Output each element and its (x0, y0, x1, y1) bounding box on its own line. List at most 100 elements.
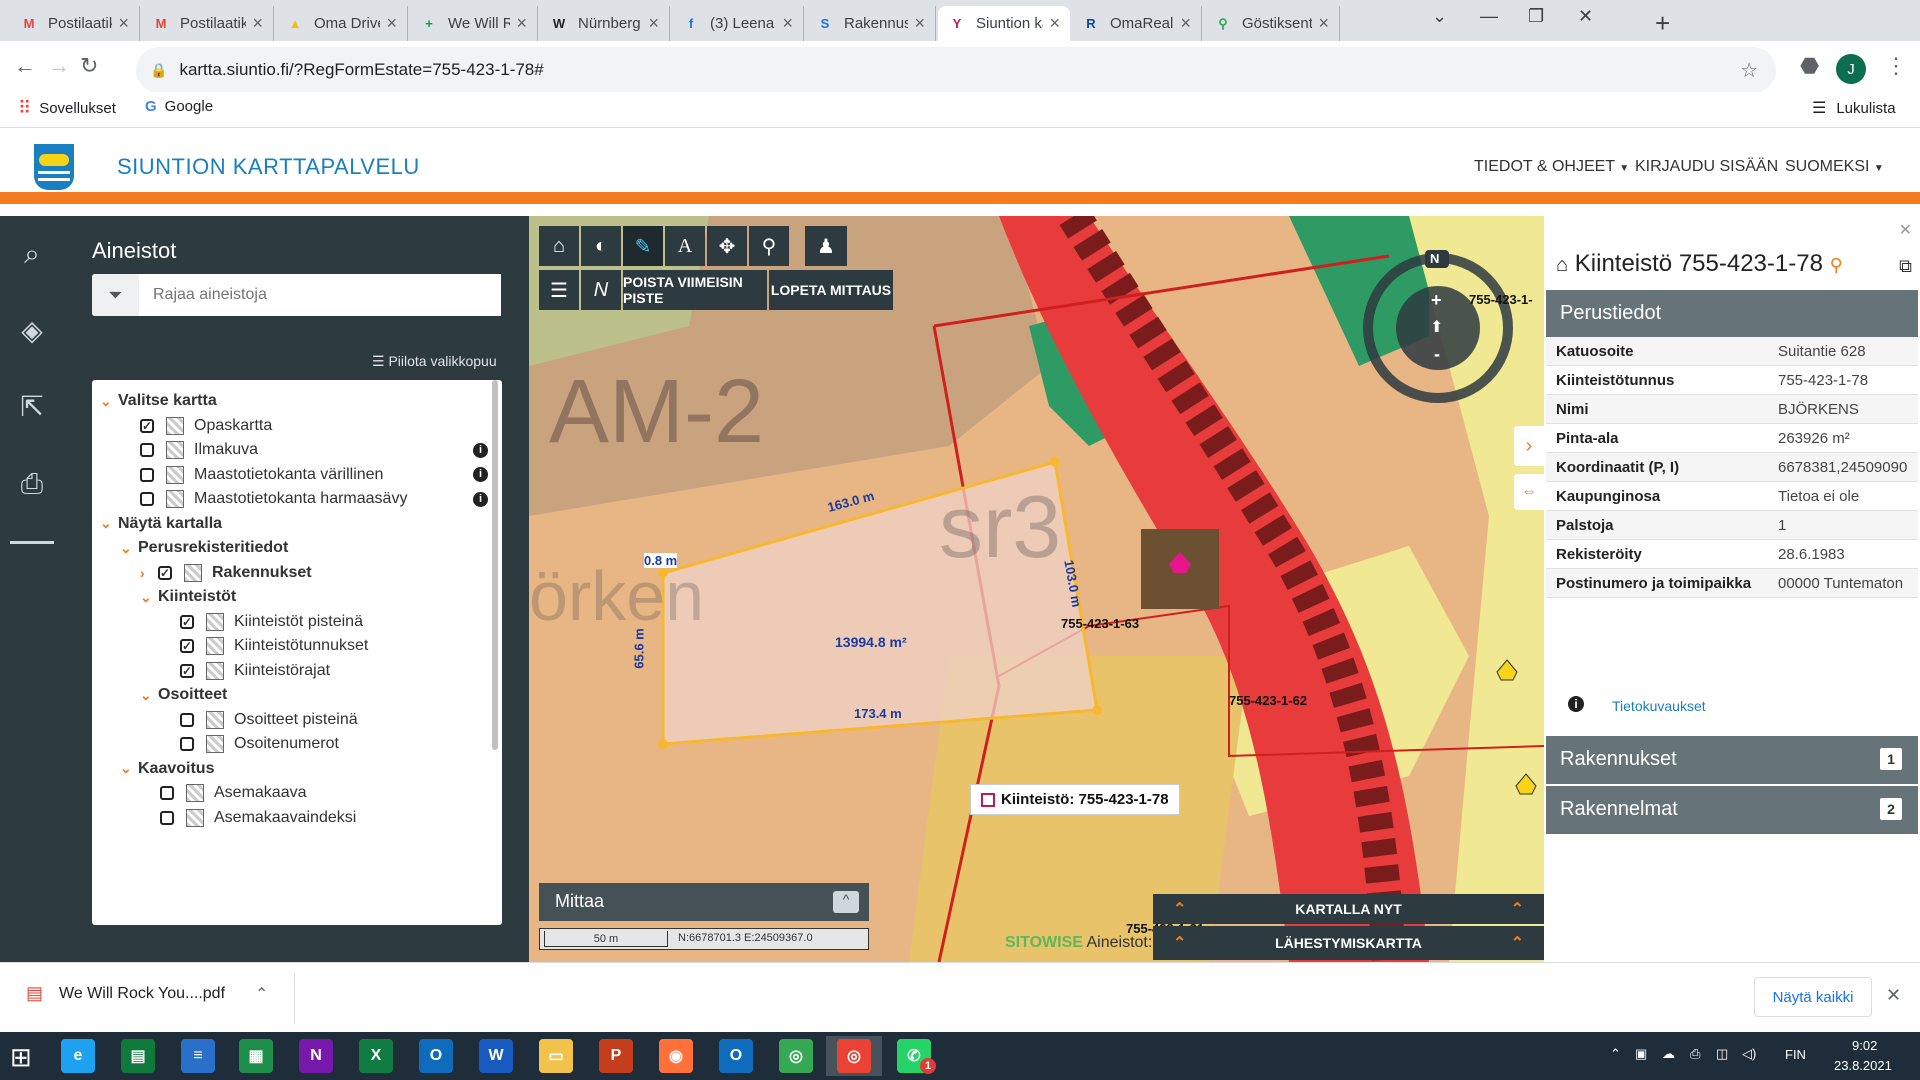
remove-last-point-button[interactable]: POISTA VIIMEISIN PISTE (623, 270, 767, 310)
close-tab-icon[interactable]: × (118, 13, 129, 34)
close-tab-icon[interactable]: × (914, 13, 925, 34)
chevron-down-icon[interactable]: ⌄ (100, 515, 118, 532)
share-icon[interactable]: ⇱ (14, 390, 50, 426)
section-basic-info[interactable]: Perustiedot (1546, 290, 1918, 338)
powerpoint-icon[interactable]: P (588, 1036, 644, 1076)
tree-layer[interactable]: ✓ Opaskartta (140, 413, 272, 439)
layers-icon[interactable]: ◈ (14, 314, 50, 350)
browser-tab[interactable]: + We Will Roc × (410, 6, 538, 41)
tree-layer[interactable]: Ilmakuva (140, 437, 258, 463)
minimize-button[interactable]: — (1480, 6, 1498, 27)
info-icon[interactable]: i (473, 491, 488, 507)
chevron-up-icon[interactable]: ⌃ (255, 984, 268, 1004)
tray-volume-icon[interactable]: ◁) (1742, 1046, 1756, 1062)
chrome-icon[interactable]: ◎ (768, 1036, 824, 1076)
tree-layer[interactable]: Asemakaava (160, 780, 307, 806)
close-tab-icon[interactable]: × (1049, 13, 1060, 34)
tree-group[interactable]: ⌄ Kaavoitus (120, 756, 214, 782)
measure-vertex[interactable] (658, 739, 668, 749)
stop-measure-button[interactable]: LOPETA MITTAUS (769, 270, 893, 310)
reload-icon[interactable]: ↻ (80, 53, 98, 79)
checkbox[interactable] (160, 810, 174, 825)
menu-info[interactable]: TIEDOT & OHJEET ▼ (1474, 158, 1629, 176)
tray-chevron-icon[interactable]: ⌃ (1610, 1046, 1621, 1062)
back-icon[interactable]: ← (14, 53, 36, 79)
checkbox[interactable] (180, 737, 194, 751)
move-icon[interactable]: ✥ (707, 226, 747, 266)
map-view[interactable]: AM-2 sr3 örken 163.0 m 0.8 m 65.6 m 103.… (529, 216, 1544, 962)
bookmark-star-icon[interactable]: ☆ (1740, 58, 1758, 83)
tree-group[interactable]: ⌄ Valitse kartta (100, 388, 217, 414)
chevron-right-icon[interactable]: › (140, 565, 158, 581)
checkbox-checked[interactable]: ✓ (180, 663, 194, 678)
tree-group[interactable]: ⌄ Näytä kartalla (100, 511, 222, 537)
checkbox[interactable] (140, 467, 154, 482)
measure-vertex[interactable] (1092, 705, 1102, 715)
tray-date[interactable]: 23.8.2021 (1834, 1058, 1892, 1073)
checkbox[interactable] (140, 443, 154, 457)
close-tab-icon[interactable]: × (782, 13, 793, 34)
download-item[interactable]: ▤ We Will Rock You....pdf ⌃ (26, 983, 268, 1004)
close-tab-icon[interactable]: × (1318, 13, 1329, 34)
app-title[interactable]: SIUNTION KARTTAPALVELU (117, 154, 420, 180)
browser-tab[interactable]: M Postilaatikko × (142, 6, 274, 41)
browser-tab[interactable]: ⚲ Göstiksentie × (1204, 6, 1340, 41)
calculator-icon[interactable]: ▦ (228, 1036, 284, 1076)
chevron-up-icon[interactable]: ^ (833, 891, 859, 913)
windows-start-icon[interactable]: ⊞ (10, 1042, 32, 1073)
onenote-icon[interactable]: N (288, 1036, 344, 1076)
browser-tab[interactable]: M Postilaatikko × (10, 6, 140, 41)
tray-onedrive-icon[interactable]: ☁ (1662, 1046, 1675, 1062)
pin-icon[interactable]: ⚲ (749, 226, 789, 266)
menu-language[interactable]: SUOMEKSI ▼ (1785, 158, 1884, 176)
tree-layer[interactable]: Osoitteet pisteinä (180, 707, 358, 733)
overview-map-button[interactable]: ⌃ LÄHESTYMISKARTTA ⌃ (1153, 926, 1544, 960)
close-tab-icon[interactable]: × (386, 13, 397, 34)
tree-layer[interactable]: Maastotietokanta harmaasävy (140, 486, 407, 512)
excel-store-icon[interactable]: ▤ (110, 1036, 166, 1076)
outlook2-icon[interactable]: O (708, 1036, 764, 1076)
freehand-icon[interactable]: N (581, 270, 621, 310)
checkbox-checked[interactable]: ✓ (180, 639, 194, 653)
estate-popup[interactable]: Kiinteistö: 755-423-1-78 (970, 784, 1180, 815)
profile-avatar[interactable]: J (1836, 54, 1866, 84)
tree-layer[interactable]: › ✓ Rakennukset (140, 560, 312, 586)
measure-panel[interactable]: Mittaa ^ (539, 883, 869, 921)
section-structures[interactable]: Rakennelmat 2 (1546, 786, 1918, 834)
menu-login[interactable]: KIRJAUDU SISÄÄN (1635, 158, 1778, 176)
hide-menu-link[interactable]: ☰ Piilota valikkopuu (372, 353, 497, 370)
checkbox[interactable] (180, 712, 194, 727)
location-pin-icon[interactable]: ⚲ (1830, 255, 1843, 275)
popout-icon[interactable]: ⧉ (1899, 256, 1912, 277)
tree-layer[interactable]: ✓ Kiinteistöt pisteinä (180, 609, 363, 635)
data-descriptions-link[interactable]: Tietokuvaukset (1612, 698, 1706, 714)
tree-scrollbar[interactable] (492, 380, 498, 750)
file-explorer-icon[interactable]: ▭ (528, 1036, 584, 1076)
tree-group[interactable]: ⌄ Osoitteet (140, 682, 227, 708)
close-tab-icon[interactable]: × (1180, 13, 1191, 34)
chrome-active-icon[interactable]: ◎ (826, 1036, 882, 1076)
close-tab-icon[interactable]: × (648, 13, 659, 34)
zoom-in-button[interactable]: + (1431, 290, 1442, 311)
close-window-button[interactable]: ✕ (1578, 6, 1593, 27)
arrow-up-icon[interactable]: ⬆ (1430, 317, 1443, 337)
tree-group[interactable]: ⌄ Perusrekisteritiedot (120, 535, 288, 561)
tray-battery-icon[interactable]: ▣ (1635, 1046, 1647, 1062)
tree-layer[interactable]: Osoitenumerot (180, 731, 339, 757)
chevron-down-icon[interactable]: ⌄ (140, 589, 158, 606)
close-tab-icon[interactable]: × (252, 13, 263, 34)
whatsapp-icon[interactable]: ✆ 1 (886, 1036, 942, 1076)
excel-icon[interactable]: X (348, 1036, 404, 1076)
bookmark-google[interactable]: G Google (145, 98, 213, 115)
checkbox-checked[interactable]: ✓ (158, 565, 172, 580)
tray-network-icon[interactable]: ◫ (1716, 1046, 1728, 1062)
internet-explorer-icon[interactable]: e (50, 1036, 106, 1076)
section-buildings[interactable]: Rakennukset 1 (1546, 736, 1918, 784)
extensions-icon[interactable]: ⬣ (1800, 53, 1819, 79)
map-now-button[interactable]: ⌃ KARTALLA NYT ⌃ (1153, 894, 1544, 924)
new-tab-button[interactable]: + (1655, 8, 1670, 39)
close-download-bar-icon[interactable]: ✕ (1886, 985, 1901, 1006)
ruler-icon[interactable]: ✎ (623, 226, 663, 266)
chevron-right-icon[interactable]: › (1514, 426, 1544, 466)
tree-group[interactable]: ⌄ Kiinteistöt (140, 584, 236, 610)
